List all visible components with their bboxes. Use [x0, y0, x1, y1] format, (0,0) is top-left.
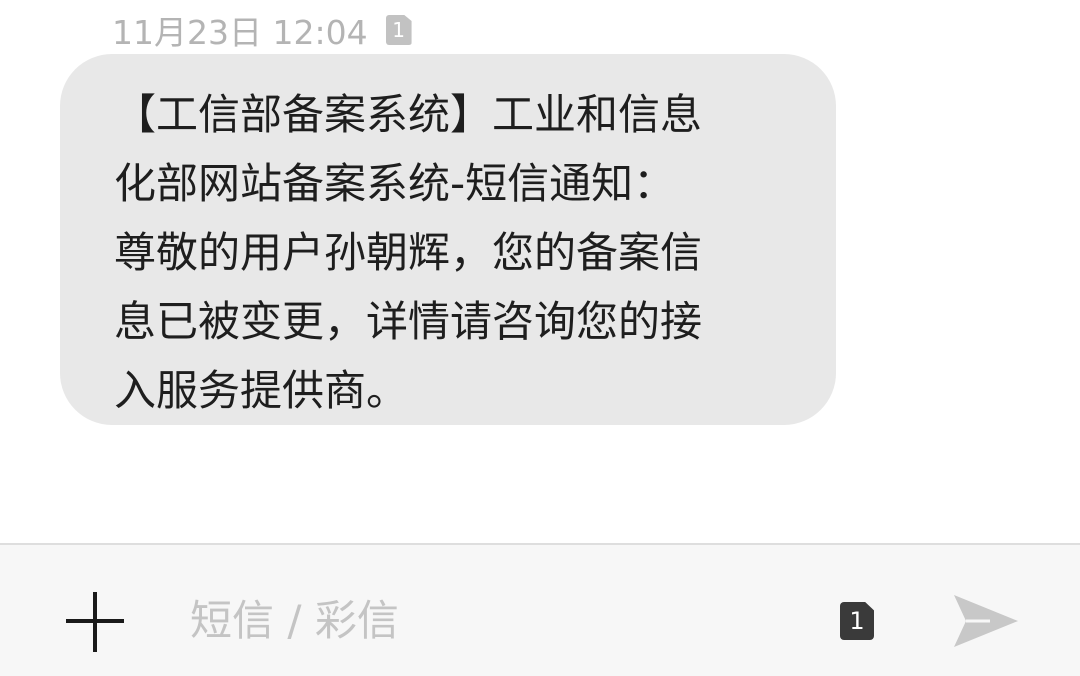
message-text: 【工信部备案系统】工业和信息 化部网站备案系统-短信通知： 尊敬的用户孙朝辉，您… [114, 90, 703, 415]
sim-selector-button[interactable]: 1 [840, 602, 874, 640]
send-icon [954, 595, 1018, 647]
message-meta: 11月23日 12:04 1 [112, 8, 412, 52]
received-message-bubble[interactable]: 【工信部备案系统】工业和信息 化部网站备案系统-短信通知： 尊敬的用户孙朝辉，您… [60, 54, 836, 425]
message-thread: 11月23日 12:04 1 【工信部备案系统】工业和信息 化部网站备案系统-短… [0, 0, 1080, 544]
send-button[interactable] [950, 585, 1022, 657]
sim-card-icon: 1 [385, 15, 412, 45]
add-attachment-button[interactable] [62, 589, 128, 655]
compose-bar: 1 [0, 545, 1080, 676]
message-timestamp: 11月23日 12:04 [112, 13, 368, 52]
message-input[interactable] [190, 585, 810, 655]
